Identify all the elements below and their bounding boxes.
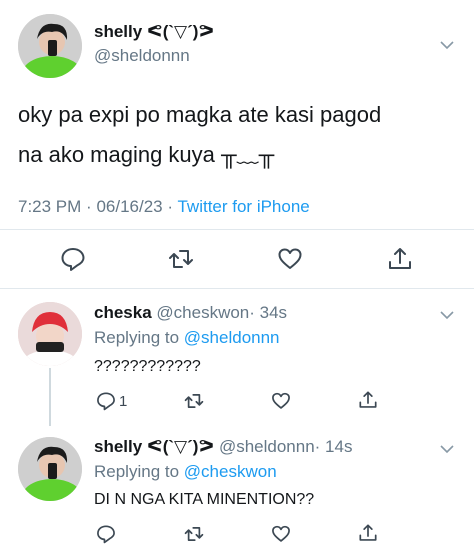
display-name[interactable]: shelly ᕙ(`▽´)ᕗ — [94, 437, 214, 456]
avatar-photo — [18, 437, 82, 501]
reply-text: DI N NGA KITA MINENTION?? — [94, 491, 315, 508]
replying-to-handle[interactable]: @cheskwon — [184, 462, 277, 481]
replying-to: Replying to @cheskwon — [94, 462, 277, 482]
divider — [0, 288, 474, 289]
handle[interactable]: @cheskwon — [156, 303, 249, 322]
reply-count: 1 — [119, 393, 128, 410]
tweet-text-line: oky pa expi po magka ate kasi pagod — [18, 102, 382, 127]
reply-icon[interactable] — [96, 524, 116, 544]
reply-text: ???????????? — [94, 358, 201, 375]
tweet-source-link[interactable]: Twitter for iPhone — [177, 197, 309, 216]
chevron-down-icon[interactable] — [440, 444, 454, 454]
handle[interactable]: @sheldonnn — [94, 46, 190, 66]
share-icon[interactable] — [387, 246, 413, 272]
retweet-icon[interactable] — [184, 524, 204, 544]
replying-to-handle[interactable]: @sheldonnn — [184, 328, 280, 347]
reply-icon[interactable] — [96, 391, 116, 411]
tweet-meta: 7:23 PM · 06/16/23 · Twitter for iPhone — [18, 197, 310, 217]
handle[interactable]: @sheldonnn — [219, 437, 315, 456]
separator-dot: · — [167, 197, 174, 216]
replying-to: Replying to @sheldonnn — [94, 328, 280, 348]
replying-to-label: Replying to — [94, 462, 180, 481]
share-icon[interactable] — [358, 390, 378, 410]
divider — [0, 229, 474, 230]
reply-time: · 14s — [314, 437, 353, 456]
avatar[interactable] — [18, 14, 82, 78]
thread-line — [49, 368, 51, 426]
avatar-photo — [18, 14, 82, 78]
tweet-text-line: na ako maging kuya ╥﹏╥ — [18, 142, 275, 167]
reply-header: cheska @cheskwon· 34s — [94, 303, 287, 323]
avatar[interactable] — [18, 437, 82, 501]
like-icon[interactable] — [271, 524, 291, 544]
avatar-photo — [18, 302, 82, 366]
retweet-icon[interactable] — [168, 246, 194, 272]
tweet-date: 06/16/23 — [96, 197, 163, 216]
chevron-down-icon[interactable] — [440, 310, 454, 320]
retweet-icon[interactable] — [184, 391, 204, 411]
like-icon[interactable] — [271, 391, 291, 411]
replying-to-label: Replying to — [94, 328, 180, 347]
chevron-down-icon[interactable] — [440, 40, 454, 50]
reply-icon[interactable] — [60, 246, 86, 272]
like-icon[interactable] — [277, 246, 303, 272]
display-name[interactable]: shelly ᕙ(`▽´)ᕗ — [94, 22, 214, 42]
separator-dot: · — [86, 197, 92, 216]
tweet-time: 7:23 PM — [18, 197, 82, 216]
display-name[interactable]: cheska — [94, 303, 152, 322]
share-icon[interactable] — [358, 523, 378, 543]
reply-header: shelly ᕙ(`▽´)ᕗ @sheldonnn· 14s — [94, 437, 352, 457]
avatar[interactable] — [18, 302, 82, 366]
reply-time: · 34s — [249, 303, 288, 322]
